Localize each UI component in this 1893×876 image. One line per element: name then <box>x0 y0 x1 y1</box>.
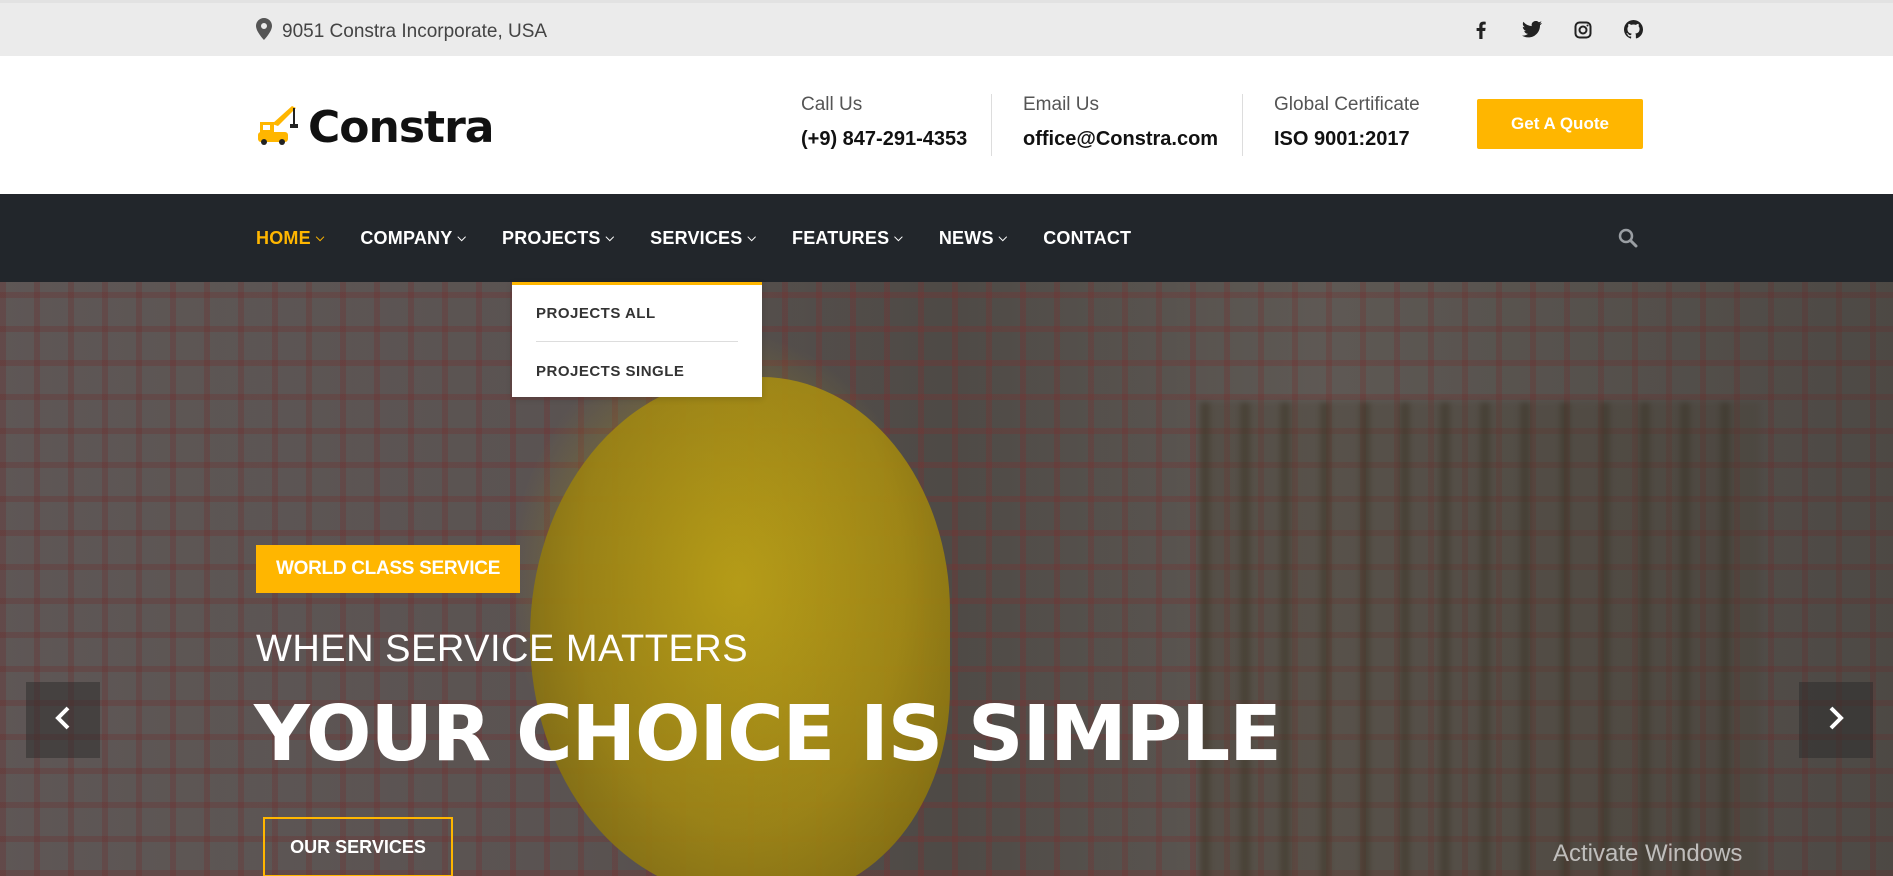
twitter-icon[interactable] <box>1521 19 1542 40</box>
nav-label: PROJECTS <box>501 227 601 248</box>
chevron-down-icon: ⌵ <box>747 231 757 244</box>
nav-label: CONTACT <box>1043 227 1132 248</box>
nav-item-news[interactable]: NEWS ⌵ <box>939 228 1007 249</box>
activate-windows-watermark: Activate Windows <box>1553 840 1743 867</box>
certificate-block: Global Certificate ISO 9001:2017 <box>1274 94 1420 151</box>
instagram-icon[interactable] <box>1572 19 1593 40</box>
call-us-block: Call Us (+9) 847-291-4353 <box>801 94 967 151</box>
map-pin-icon <box>256 18 272 46</box>
email-us-label: Email Us <box>1023 94 1100 115</box>
dropdown-divider <box>536 341 738 342</box>
certificate-label: Global Certificate <box>1274 94 1420 115</box>
projects-dropdown-menu: PROJECTS ALL PROJECTS SINGLE <box>512 282 762 397</box>
chevron-down-icon: ⌵ <box>457 231 466 244</box>
nav-item-services[interactable]: SERVICES ⌵ <box>650 228 756 249</box>
certificate-value: ISO 9001:2017 <box>1274 128 1410 150</box>
top-bar: 9051 Constra Incorporate, USA <box>0 0 1893 56</box>
hero-subtitle: WHEN SERVICE MATTERS <box>256 628 749 670</box>
facebook-icon[interactable] <box>1470 19 1491 40</box>
nav-label: NEWS <box>938 227 994 248</box>
chevron-down-icon: ⌵ <box>998 231 1008 244</box>
social-links <box>1470 19 1644 40</box>
email-us-block: Email Us office@Constra.com <box>1023 94 1218 151</box>
logo[interactable]: Constra <box>256 102 494 153</box>
crane-logo-icon <box>256 102 302 153</box>
chevron-left-icon <box>55 706 71 735</box>
nav-item-projects[interactable]: PROJECTS ⌵ <box>502 228 614 249</box>
slider-prev-button[interactable] <box>26 682 100 758</box>
dropdown-item-projects-single[interactable]: PROJECTS SINGLE <box>536 363 684 380</box>
chevron-right-icon <box>1828 706 1844 735</box>
phone-number[interactable]: (+9) 847-291-4353 <box>801 128 967 151</box>
nav-label: SERVICES <box>650 227 743 248</box>
main-nav: HOME ⌵ COMPANY ⌵ PROJECTS ⌵ SERVICES ⌵ F… <box>0 194 1893 282</box>
slider-next-button[interactable] <box>1799 682 1873 758</box>
nav-item-features[interactable]: FEATURES ⌵ <box>792 228 903 249</box>
chevron-down-icon: ⌵ <box>315 231 325 244</box>
hero-tag: WORLD CLASS SERVICE <box>256 545 521 593</box>
site-header: Constra Call Us (+9) 847-291-4353 Email … <box>0 56 1893 194</box>
hero-title: YOUR CHOICE IS SIMPLE <box>254 690 1282 779</box>
nav-label: HOME <box>256 227 311 248</box>
chevron-down-icon: ⌵ <box>605 231 615 244</box>
nav-label: FEATURES <box>792 227 890 248</box>
search-icon[interactable] <box>1618 228 1638 253</box>
divider <box>1242 94 1243 156</box>
email-address[interactable]: office@Constra.com <box>1023 128 1218 151</box>
call-us-label: Call Us <box>801 94 863 115</box>
divider <box>991 94 992 156</box>
nav-label: COMPANY <box>360 227 453 248</box>
chevron-down-icon: ⌵ <box>894 231 903 244</box>
nav-item-contact[interactable]: CONTACT <box>1043 228 1131 249</box>
nav-item-home[interactable]: HOME ⌵ <box>256 228 324 249</box>
github-icon[interactable] <box>1623 19 1644 40</box>
nav-item-company[interactable]: COMPANY ⌵ <box>360 228 466 249</box>
dropdown-item-projects-all[interactable]: PROJECTS ALL <box>536 305 656 322</box>
our-services-button[interactable]: OUR SERVICES <box>263 817 453 876</box>
get-a-quote-button[interactable]: Get A Quote <box>1477 99 1643 149</box>
address: 9051 Constra Incorporate, USA <box>256 18 547 46</box>
address-text: 9051 Constra Incorporate, USA <box>282 21 548 42</box>
logo-text: Constra <box>308 102 494 153</box>
